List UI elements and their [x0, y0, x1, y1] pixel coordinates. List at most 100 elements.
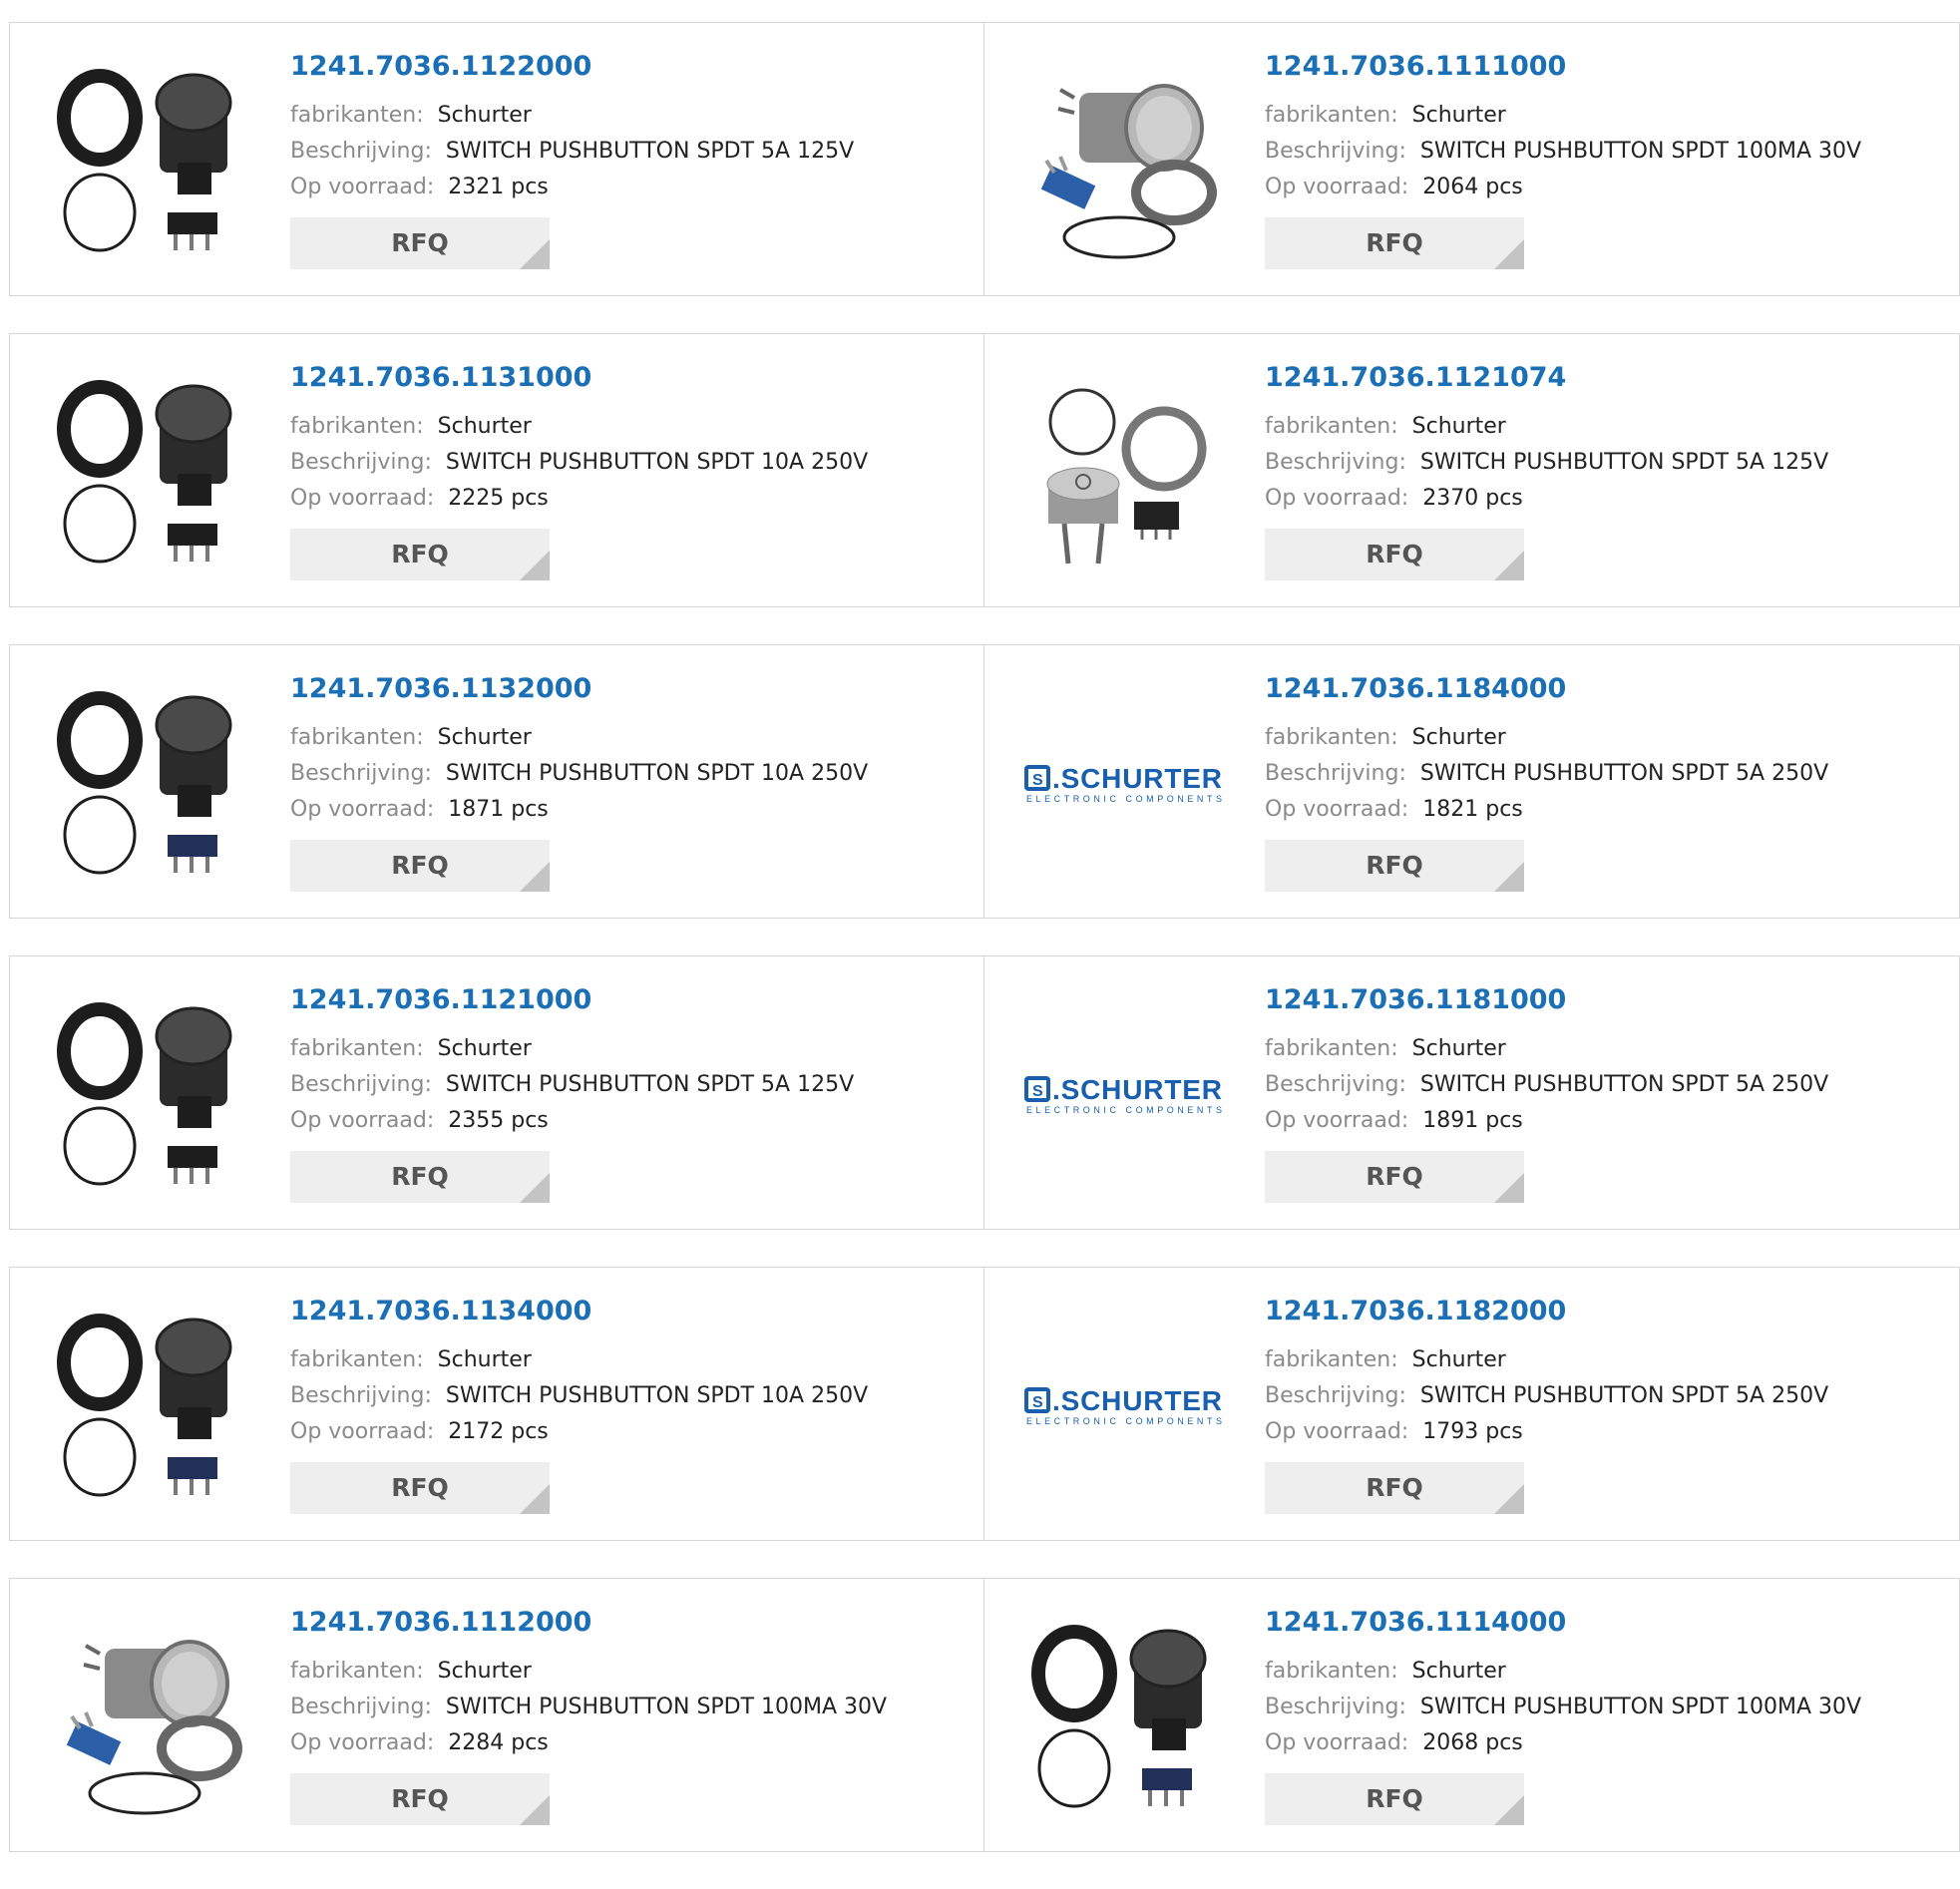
product-image[interactable] [1024, 63, 1224, 262]
rfq-label: RFQ [1366, 1784, 1423, 1813]
part-number-link[interactable]: 1241.7036.1132000 [290, 675, 868, 702]
product-card: 1241.7036.1132000 fabrikanten: Schurter B… [9, 644, 984, 919]
product-card: S .SCHURTER ELECTRONIC COMPONENTS 1241.703… [984, 1267, 1960, 1541]
product-image[interactable]: S .SCHURTER ELECTRONIC COMPONENTS [1024, 1308, 1224, 1507]
rfq-button[interactable]: RFQ [290, 1462, 550, 1514]
rfq-button[interactable]: RFQ [290, 840, 550, 892]
rfq-button[interactable]: RFQ [1265, 529, 1524, 580]
part-number-link[interactable]: 1241.7036.1121074 [1265, 364, 1828, 391]
stock-value: 2172 pcs [448, 1419, 549, 1444]
rfq-button[interactable]: RFQ [290, 1151, 550, 1203]
manufacturer-value: Schurter [1411, 414, 1506, 439]
manufacturer-row: fabrikanten: Schurter [1265, 720, 1828, 756]
stock-label: Op voorraad: [290, 1730, 435, 1755]
svg-text:.SCHURTER: .SCHURTER [1052, 763, 1222, 794]
svg-text:ELECTRONIC COMPONENTS: ELECTRONIC COMPONENTS [1026, 1105, 1222, 1115]
manufacturer-row: fabrikanten: Schurter [1265, 409, 1828, 445]
description-label: Beschrijving: [290, 1695, 432, 1719]
product-card: 1241.7036.1111000 fabrikanten: Schurter B… [984, 22, 1960, 296]
rfq-label: RFQ [1366, 1162, 1423, 1191]
stock-label: Op voorraad: [290, 486, 435, 511]
stock-row: Op voorraad: 2068 pcs [1265, 1725, 1861, 1761]
product-card: 1241.7036.1121000 fabrikanten: Schurter B… [9, 955, 984, 1230]
product-image[interactable] [1024, 374, 1224, 573]
part-number-link[interactable]: 1241.7036.1114000 [1265, 1609, 1861, 1636]
description-row: Beschrijving: SWITCH PUSHBUTTON SPDT 10A … [290, 445, 868, 481]
description-value: SWITCH PUSHBUTTON SPDT 100MA 30V [1419, 139, 1862, 164]
product-card: 1241.7036.1134000 fabrikanten: Schurter B… [9, 1267, 984, 1541]
rfq-corner-decoration [1494, 862, 1524, 892]
stock-label: Op voorraad: [290, 175, 435, 199]
manufacturer-value: Schurter [437, 1659, 532, 1684]
rfq-button[interactable]: RFQ [1265, 840, 1524, 892]
manufacturer-label: fabrikanten: [1265, 1347, 1398, 1372]
svg-text:S: S [1032, 1394, 1043, 1411]
product-image[interactable]: S .SCHURTER ELECTRONIC COMPONENTS [1024, 685, 1224, 885]
product-image[interactable] [1024, 1619, 1224, 1818]
manufacturer-value: Schurter [1411, 1347, 1506, 1372]
description-label: Beschrijving: [1265, 1072, 1406, 1097]
description-label: Beschrijving: [290, 1072, 432, 1097]
description-value: SWITCH PUSHBUTTON SPDT 10A 250V [445, 1383, 869, 1408]
svg-text:ELECTRONIC COMPONENTS: ELECTRONIC COMPONENTS [1026, 1416, 1222, 1426]
description-row: Beschrijving: SWITCH PUSHBUTTON SPDT 5A 1… [290, 1067, 854, 1103]
pushbutton-kit-icon [57, 691, 232, 875]
part-number-link[interactable]: 1241.7036.1184000 [1265, 675, 1828, 702]
manufacturer-label: fabrikanten: [290, 1347, 424, 1372]
rfq-button[interactable]: RFQ [1265, 1773, 1524, 1825]
part-number-link[interactable]: 1241.7036.1131000 [290, 364, 868, 391]
product-row: 1241.7036.1121000 fabrikanten: Schurter B… [9, 955, 1960, 1230]
manufacturer-row: fabrikanten: Schurter [1265, 1654, 1861, 1690]
rfq-label: RFQ [1366, 1473, 1423, 1502]
manufacturer-label: fabrikanten: [290, 103, 424, 128]
product-image[interactable] [50, 685, 249, 885]
stock-label: Op voorraad: [1265, 1108, 1409, 1133]
manufacturer-value: Schurter [1411, 103, 1506, 128]
description-label: Beschrijving: [1265, 450, 1406, 475]
part-number-link[interactable]: 1241.7036.1121000 [290, 986, 854, 1013]
manufacturer-row: fabrikanten: Schurter [290, 1342, 868, 1378]
description-row: Beschrijving: SWITCH PUSHBUTTON SPDT 5A 1… [290, 134, 854, 170]
rfq-button[interactable]: RFQ [290, 217, 550, 269]
manufacturer-value: Schurter [437, 414, 532, 439]
part-number-link[interactable]: 1241.7036.1112000 [290, 1609, 887, 1636]
description-label: Beschrijving: [290, 139, 432, 164]
product-image[interactable] [50, 63, 249, 262]
part-number-link[interactable]: 1241.7036.1122000 [290, 53, 854, 80]
rfq-label: RFQ [1366, 851, 1423, 880]
manufacturer-label: fabrikanten: [290, 725, 424, 750]
stock-label: Op voorraad: [290, 797, 435, 822]
product-info: 1241.7036.1184000 fabrikanten: Schurter B… [1265, 675, 1828, 892]
stock-label: Op voorraad: [290, 1108, 435, 1133]
rfq-label: RFQ [391, 851, 449, 880]
description-row: Beschrijving: SWITCH PUSHBUTTON SPDT 100M… [1265, 1690, 1861, 1725]
stock-row: Op voorraad: 2370 pcs [1265, 481, 1828, 517]
part-number-link[interactable]: 1241.7036.1182000 [1265, 1298, 1828, 1324]
rfq-button[interactable]: RFQ [1265, 217, 1524, 269]
product-image[interactable] [50, 1619, 249, 1818]
rfq-label: RFQ [1366, 540, 1423, 568]
product-row: 1241.7036.1112000 fabrikanten: Schurter B… [9, 1578, 1960, 1852]
description-value: SWITCH PUSHBUTTON SPDT 100MA 30V [1419, 1695, 1862, 1719]
product-info: 1241.7036.1182000 fabrikanten: Schurter B… [1265, 1298, 1828, 1514]
part-number-link[interactable]: 1241.7036.1111000 [1265, 53, 1861, 80]
rfq-corner-decoration [520, 551, 550, 580]
rfq-button[interactable]: RFQ [290, 1773, 550, 1825]
product-image[interactable] [50, 996, 249, 1196]
rfq-button[interactable]: RFQ [1265, 1151, 1524, 1203]
rfq-button[interactable]: RFQ [290, 529, 550, 580]
part-number-link[interactable]: 1241.7036.1134000 [290, 1298, 868, 1324]
manufacturer-row: fabrikanten: Schurter [1265, 1031, 1828, 1067]
product-image[interactable] [50, 1308, 249, 1507]
pushbutton-kit-icon [1031, 1625, 1207, 1808]
rfq-label: RFQ [1366, 228, 1423, 257]
product-info: 1241.7036.1181000 fabrikanten: Schurter B… [1265, 986, 1828, 1203]
rfq-button[interactable]: RFQ [1265, 1462, 1524, 1514]
product-image[interactable] [50, 374, 249, 573]
description-value: SWITCH PUSHBUTTON SPDT 5A 250V [1419, 1072, 1829, 1097]
description-row: Beschrijving: SWITCH PUSHBUTTON SPDT 5A 2… [1265, 1378, 1828, 1414]
part-number-link[interactable]: 1241.7036.1181000 [1265, 986, 1828, 1013]
svg-text:ELECTRONIC COMPONENTS: ELECTRONIC COMPONENTS [1026, 794, 1222, 804]
stock-value: 1871 pcs [448, 797, 549, 822]
product-image[interactable]: S .SCHURTER ELECTRONIC COMPONENTS [1024, 996, 1224, 1196]
